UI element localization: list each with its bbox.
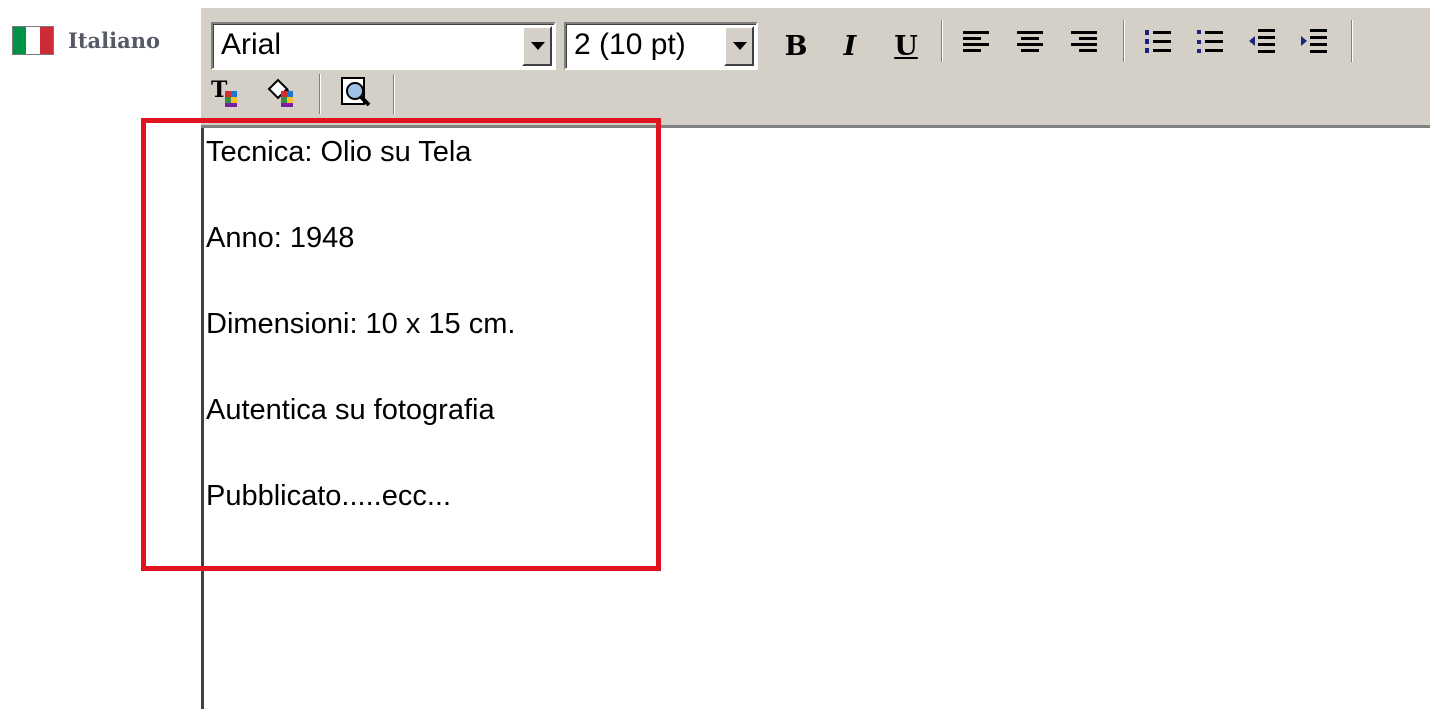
align-right-icon [1071,31,1097,52]
align-right-button[interactable] [1065,22,1103,62]
editor-content[interactable]: Tecnica: Olio su Tela Anno: 1948 Dimensi… [201,128,1430,709]
bulleted-list-button[interactable] [1191,22,1229,62]
language-label: Italiano [68,28,160,53]
font-size-value: 2 (10 pt) [574,28,686,61]
flag-red-stripe [39,27,53,54]
align-center-button[interactable] [1011,22,1049,62]
editor-line: Autentica su fotografia [206,394,495,426]
bold-label: B [784,30,808,62]
toolbar-separator [941,20,943,62]
toolbar-separator [1123,20,1125,62]
font-size-select[interactable]: 2 (10 pt) [564,22,758,70]
highlight-color-icon [267,78,293,107]
editor-line: Tecnica: Olio su Tela [206,136,472,168]
toolbar-separator [319,74,321,114]
flag-white-stripe [26,27,40,54]
align-center-icon [1017,31,1043,52]
editor-toolbar: Arial 2 (10 pt) B I U T [201,8,1430,128]
underline-label: U [894,30,918,62]
toolbar-separator [393,74,395,114]
font-family-value: Arial [221,28,282,61]
bold-button[interactable]: B [777,26,815,66]
italic-button[interactable]: I [831,26,869,66]
text-color-icon: T [211,77,237,107]
align-left-icon [963,31,989,52]
numbered-list-button[interactable] [1139,22,1177,62]
toolbar-separator [1351,20,1353,62]
font-family-select[interactable]: Arial [211,22,556,70]
flag-green-stripe [13,27,27,54]
editor-line: Dimensioni: 10 x 15 cm. [206,308,516,340]
outdent-icon [1249,29,1275,53]
numbered-list-icon [1145,30,1171,53]
underline-button[interactable]: U [887,26,925,66]
preview-button[interactable] [337,72,375,112]
indent-icon [1301,29,1327,53]
font-size-dropdown-arrow-icon[interactable] [724,26,754,66]
italy-flag-icon[interactable] [12,26,54,55]
text-color-button[interactable]: T [207,72,245,112]
italic-label: I [843,30,857,62]
bulleted-list-icon [1197,30,1223,53]
align-left-button[interactable] [957,22,995,62]
indent-button[interactable] [1295,22,1333,62]
font-family-dropdown-arrow-icon[interactable] [522,26,552,66]
highlight-color-button[interactable] [263,72,301,112]
editor-line: Anno: 1948 [206,222,355,254]
editor-line: Pubblicato.....ecc... [206,480,452,512]
outdent-button[interactable] [1243,22,1281,62]
preview-icon [341,77,371,107]
